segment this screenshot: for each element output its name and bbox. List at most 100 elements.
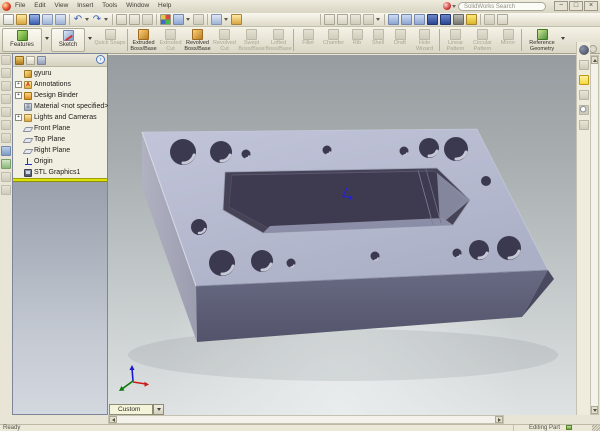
- make-drawing-icon[interactable]: [42, 14, 53, 25]
- menu-view[interactable]: View: [54, 2, 68, 9]
- pan-icon[interactable]: [337, 14, 348, 25]
- expand-icon[interactable]: +: [15, 114, 22, 121]
- sketch-tool-icon[interactable]: [1, 94, 11, 104]
- tree-item-lights-cameras[interactable]: + Lights and Cameras: [13, 112, 107, 123]
- sketch-tool-icon[interactable]: [1, 55, 11, 65]
- sketch-tool-icon[interactable]: [1, 68, 11, 78]
- commandmanager-pin-icon[interactable]: [589, 45, 597, 53]
- menu-file[interactable]: File: [15, 2, 25, 9]
- menu-insert[interactable]: Insert: [77, 2, 93, 9]
- configurationmanager-tab-icon[interactable]: [37, 56, 46, 65]
- tree-item-stl-graphics[interactable]: STL Graphics1: [13, 167, 107, 178]
- tree-item-design-binder[interactable]: + Design Binder: [13, 90, 107, 101]
- tree-item-front-plane[interactable]: Front Plane: [13, 123, 107, 134]
- display-modes-dropdown-icon[interactable]: [186, 18, 190, 21]
- sketch-tool-icon[interactable]: [1, 81, 11, 91]
- solidworks-resources-icon[interactable]: [579, 45, 589, 55]
- search-input[interactable]: SolidWorks Search: [458, 2, 546, 11]
- featuremanager-tab-icon[interactable]: [15, 56, 24, 65]
- tree-item-right-plane[interactable]: Right Plane: [13, 145, 107, 156]
- scroll-left-icon[interactable]: [109, 416, 117, 423]
- open-icon[interactable]: [16, 14, 27, 25]
- expand-icon[interactable]: +: [15, 81, 22, 88]
- hole-wizard-button[interactable]: Hole Wizard: [411, 28, 438, 53]
- sketch-tool-icon[interactable]: [1, 107, 11, 117]
- mold-block[interactable]: [142, 129, 554, 342]
- view-palette-icon[interactable]: [579, 90, 589, 100]
- save-icon[interactable]: [29, 14, 40, 25]
- features-dropdown-icon[interactable]: [45, 37, 49, 40]
- view-orientation-icon[interactable]: [388, 14, 399, 25]
- tree-item-origin[interactable]: Origin: [13, 156, 107, 167]
- sketch-tool-icon[interactable]: [1, 172, 11, 182]
- circular-pattern-button[interactable]: Circular Pattern: [469, 28, 496, 53]
- design-library-icon[interactable]: [579, 60, 589, 70]
- swept-boss-base-button[interactable]: Swept Boss/Base: [238, 28, 265, 53]
- resize-grip[interactable]: [592, 425, 600, 431]
- make-assembly-icon[interactable]: [55, 14, 66, 25]
- center-pocket[interactable]: [223, 168, 470, 233]
- file-explorer-icon[interactable]: [579, 75, 589, 85]
- wireframe-icon[interactable]: [440, 14, 451, 25]
- propertymanager-tab-icon[interactable]: [26, 56, 35, 65]
- add-relation-icon[interactable]: [1, 159, 11, 169]
- rebuild-icon[interactable]: [129, 14, 140, 25]
- tab-features[interactable]: Features: [2, 28, 42, 52]
- zoom-dropdown-icon[interactable]: [376, 18, 380, 21]
- help-icon[interactable]: [231, 14, 242, 25]
- shaded-icon[interactable]: [427, 14, 438, 25]
- revolved-cut-button[interactable]: Revolved Cut: [211, 28, 238, 53]
- custom-view-select[interactable]: Custom: [109, 404, 153, 415]
- model-3d[interactable]: [108, 55, 576, 415]
- draft-button[interactable]: Draft: [389, 28, 411, 53]
- options-icon[interactable]: [211, 14, 222, 25]
- panel-collapse-icon[interactable]: ›: [96, 55, 105, 64]
- tree-item-material[interactable]: ≡ Material <not specified>: [13, 101, 107, 112]
- lofted-boss-base-button[interactable]: Lofted Boss/Base: [265, 28, 292, 53]
- extruded-boss-base-button[interactable]: Extruded Boss/Base: [130, 28, 157, 53]
- scroll-up-icon[interactable]: [591, 56, 598, 64]
- search-scope-icon[interactable]: [443, 2, 451, 10]
- toolbar-options-icon[interactable]: [497, 14, 508, 25]
- graphics-viewport[interactable]: Custom: [108, 55, 576, 415]
- shell-button[interactable]: Shell: [367, 28, 389, 53]
- display-modes-icon[interactable]: [173, 14, 184, 25]
- reference-geometry-dropdown-icon[interactable]: [561, 37, 565, 40]
- print-icon[interactable]: [142, 14, 153, 25]
- assembly-transparency-icon[interactable]: [484, 14, 495, 25]
- new-document-icon[interactable]: [3, 14, 14, 25]
- redo-icon[interactable]: ↷: [92, 14, 102, 25]
- search-tab-icon[interactable]: [579, 105, 589, 115]
- tab-sketch[interactable]: Sketch: [51, 28, 85, 52]
- hidden-lines-icon[interactable]: [401, 14, 412, 25]
- shadows-icon[interactable]: [453, 14, 464, 25]
- sketch-pencil-icon[interactable]: [1, 146, 11, 156]
- close-button[interactable]: ×: [584, 1, 598, 11]
- quick-snaps-button[interactable]: Quick Snaps: [94, 28, 126, 53]
- tree-root[interactable]: gyuru: [13, 68, 107, 79]
- sketch-tool-icon[interactable]: [1, 133, 11, 143]
- texture-icon[interactable]: [193, 14, 204, 25]
- quick-tips-icon[interactable]: [566, 425, 572, 430]
- sketch-dropdown-icon[interactable]: [88, 37, 92, 40]
- section-view-icon[interactable]: [466, 14, 477, 25]
- color-swatch-icon[interactable]: [160, 14, 171, 25]
- mirror-button[interactable]: Mirror: [496, 28, 520, 53]
- fillet-button[interactable]: Fillet: [296, 28, 320, 53]
- select-icon[interactable]: [116, 14, 127, 25]
- reference-geometry-button[interactable]: Reference Geometry: [524, 28, 560, 53]
- menu-help[interactable]: Help: [158, 2, 171, 9]
- scroll-right-icon[interactable]: [495, 416, 503, 423]
- zoom-area-icon[interactable]: [363, 14, 374, 25]
- tree-item-top-plane[interactable]: Top Plane: [13, 134, 107, 145]
- rib-button[interactable]: Rib: [347, 28, 367, 53]
- linear-pattern-button[interactable]: Linear Pattern: [442, 28, 469, 53]
- tree-item-annotations[interactable]: + A Annotations: [13, 79, 107, 90]
- extruded-cut-button[interactable]: Extruded Cut: [157, 28, 184, 53]
- menu-edit[interactable]: Edit: [34, 2, 45, 9]
- restore-button[interactable]: □: [569, 1, 583, 11]
- chevron-down-icon[interactable]: [452, 5, 456, 8]
- options-dropdown-icon[interactable]: [224, 18, 228, 21]
- redo-dropdown-icon[interactable]: [104, 18, 108, 21]
- scroll-down-icon[interactable]: [591, 406, 598, 414]
